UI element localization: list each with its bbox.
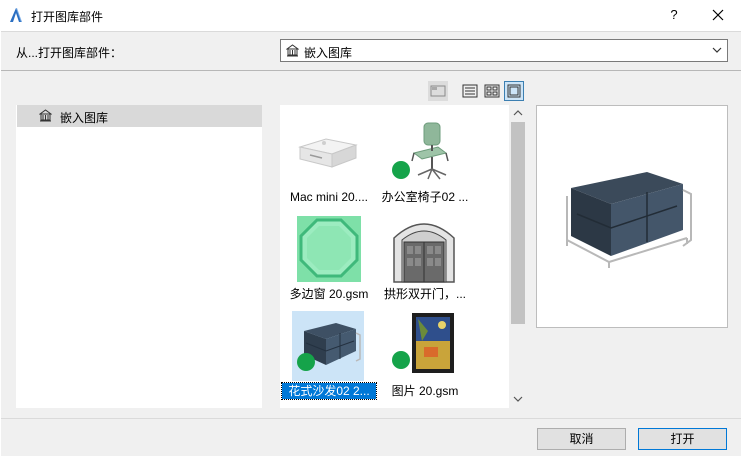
status-badge (297, 353, 315, 371)
folder-view-icon (430, 85, 446, 97)
help-button[interactable]: ? (660, 2, 688, 28)
scroll-down-icon[interactable] (513, 395, 523, 403)
scroll-up-icon[interactable] (513, 109, 523, 117)
tree-item-label: 嵌入图库 (60, 111, 109, 125)
item-label: 办公室椅子02 ... (381, 190, 469, 204)
window-title: 打开图库部件 (31, 10, 104, 24)
close-button[interactable] (700, 2, 736, 28)
source-label: 从...打开图库部件： (16, 46, 123, 60)
grid-view-button[interactable] (482, 81, 502, 101)
dialog-body: 从...打开图库部件： 嵌入图库 嵌入图库 Mac mini 20.... 办公… (1, 31, 741, 456)
grid-view-icon (484, 84, 500, 98)
grid-scrollbar[interactable] (509, 105, 527, 408)
list-view-button[interactable] (460, 81, 480, 101)
status-badge (392, 161, 410, 179)
library-item[interactable]: 拱形双开门，... (378, 210, 472, 306)
large-icon-view-icon (507, 84, 521, 98)
library-items-grid: Mac mini 20.... 办公室椅子02 ... 多边窗 20.gsm 拱… (280, 105, 527, 408)
archicad-app-icon (10, 8, 22, 22)
library-item[interactable]: 图片 20.gsm (378, 307, 472, 403)
library-icon (39, 109, 52, 122)
polygon-window-thumbnail (297, 216, 361, 282)
status-badge (392, 351, 410, 369)
item-label: 图片 20.gsm (391, 384, 459, 398)
library-tree: 嵌入图库 (16, 105, 262, 408)
library-item[interactable]: 多边窗 20.gsm (282, 210, 376, 306)
mac-mini-thumbnail (298, 138, 358, 168)
library-icon (286, 44, 299, 57)
item-label: 花式沙发02 2... (281, 382, 377, 400)
cancel-button[interactable]: 取消 (537, 428, 626, 450)
picture-thumbnail (412, 313, 454, 373)
item-label: 拱形双开门，... (383, 287, 466, 301)
item-label: Mac mini 20.... (289, 190, 369, 204)
item-label: 多边窗 20.gsm (289, 287, 369, 301)
arched-double-door-thumbnail (393, 223, 455, 283)
library-item[interactable]: 花式沙发02 2... (281, 307, 377, 403)
chevron-down-icon (712, 47, 722, 53)
library-item[interactable]: Mac mini 20.... (282, 113, 376, 209)
folder-view-button[interactable] (428, 81, 448, 101)
tree-item-embedded-library[interactable]: 嵌入图库 (17, 105, 262, 127)
scroll-thumb[interactable] (511, 122, 525, 324)
header-divider (1, 70, 741, 71)
list-view-icon (462, 84, 478, 98)
preview-pane (536, 105, 728, 328)
title-bar: 打开图库部件 ? (0, 0, 742, 31)
open-button[interactable]: 打开 (638, 428, 727, 450)
library-item[interactable]: 办公室椅子02 ... (378, 113, 472, 209)
footer-divider (1, 418, 741, 419)
source-dropdown[interactable]: 嵌入图库 (280, 39, 728, 62)
large-icon-view-button[interactable] (504, 81, 524, 101)
close-icon (712, 9, 724, 21)
sofa-preview-image (566, 172, 692, 268)
source-selected-value: 嵌入图库 (304, 46, 353, 60)
